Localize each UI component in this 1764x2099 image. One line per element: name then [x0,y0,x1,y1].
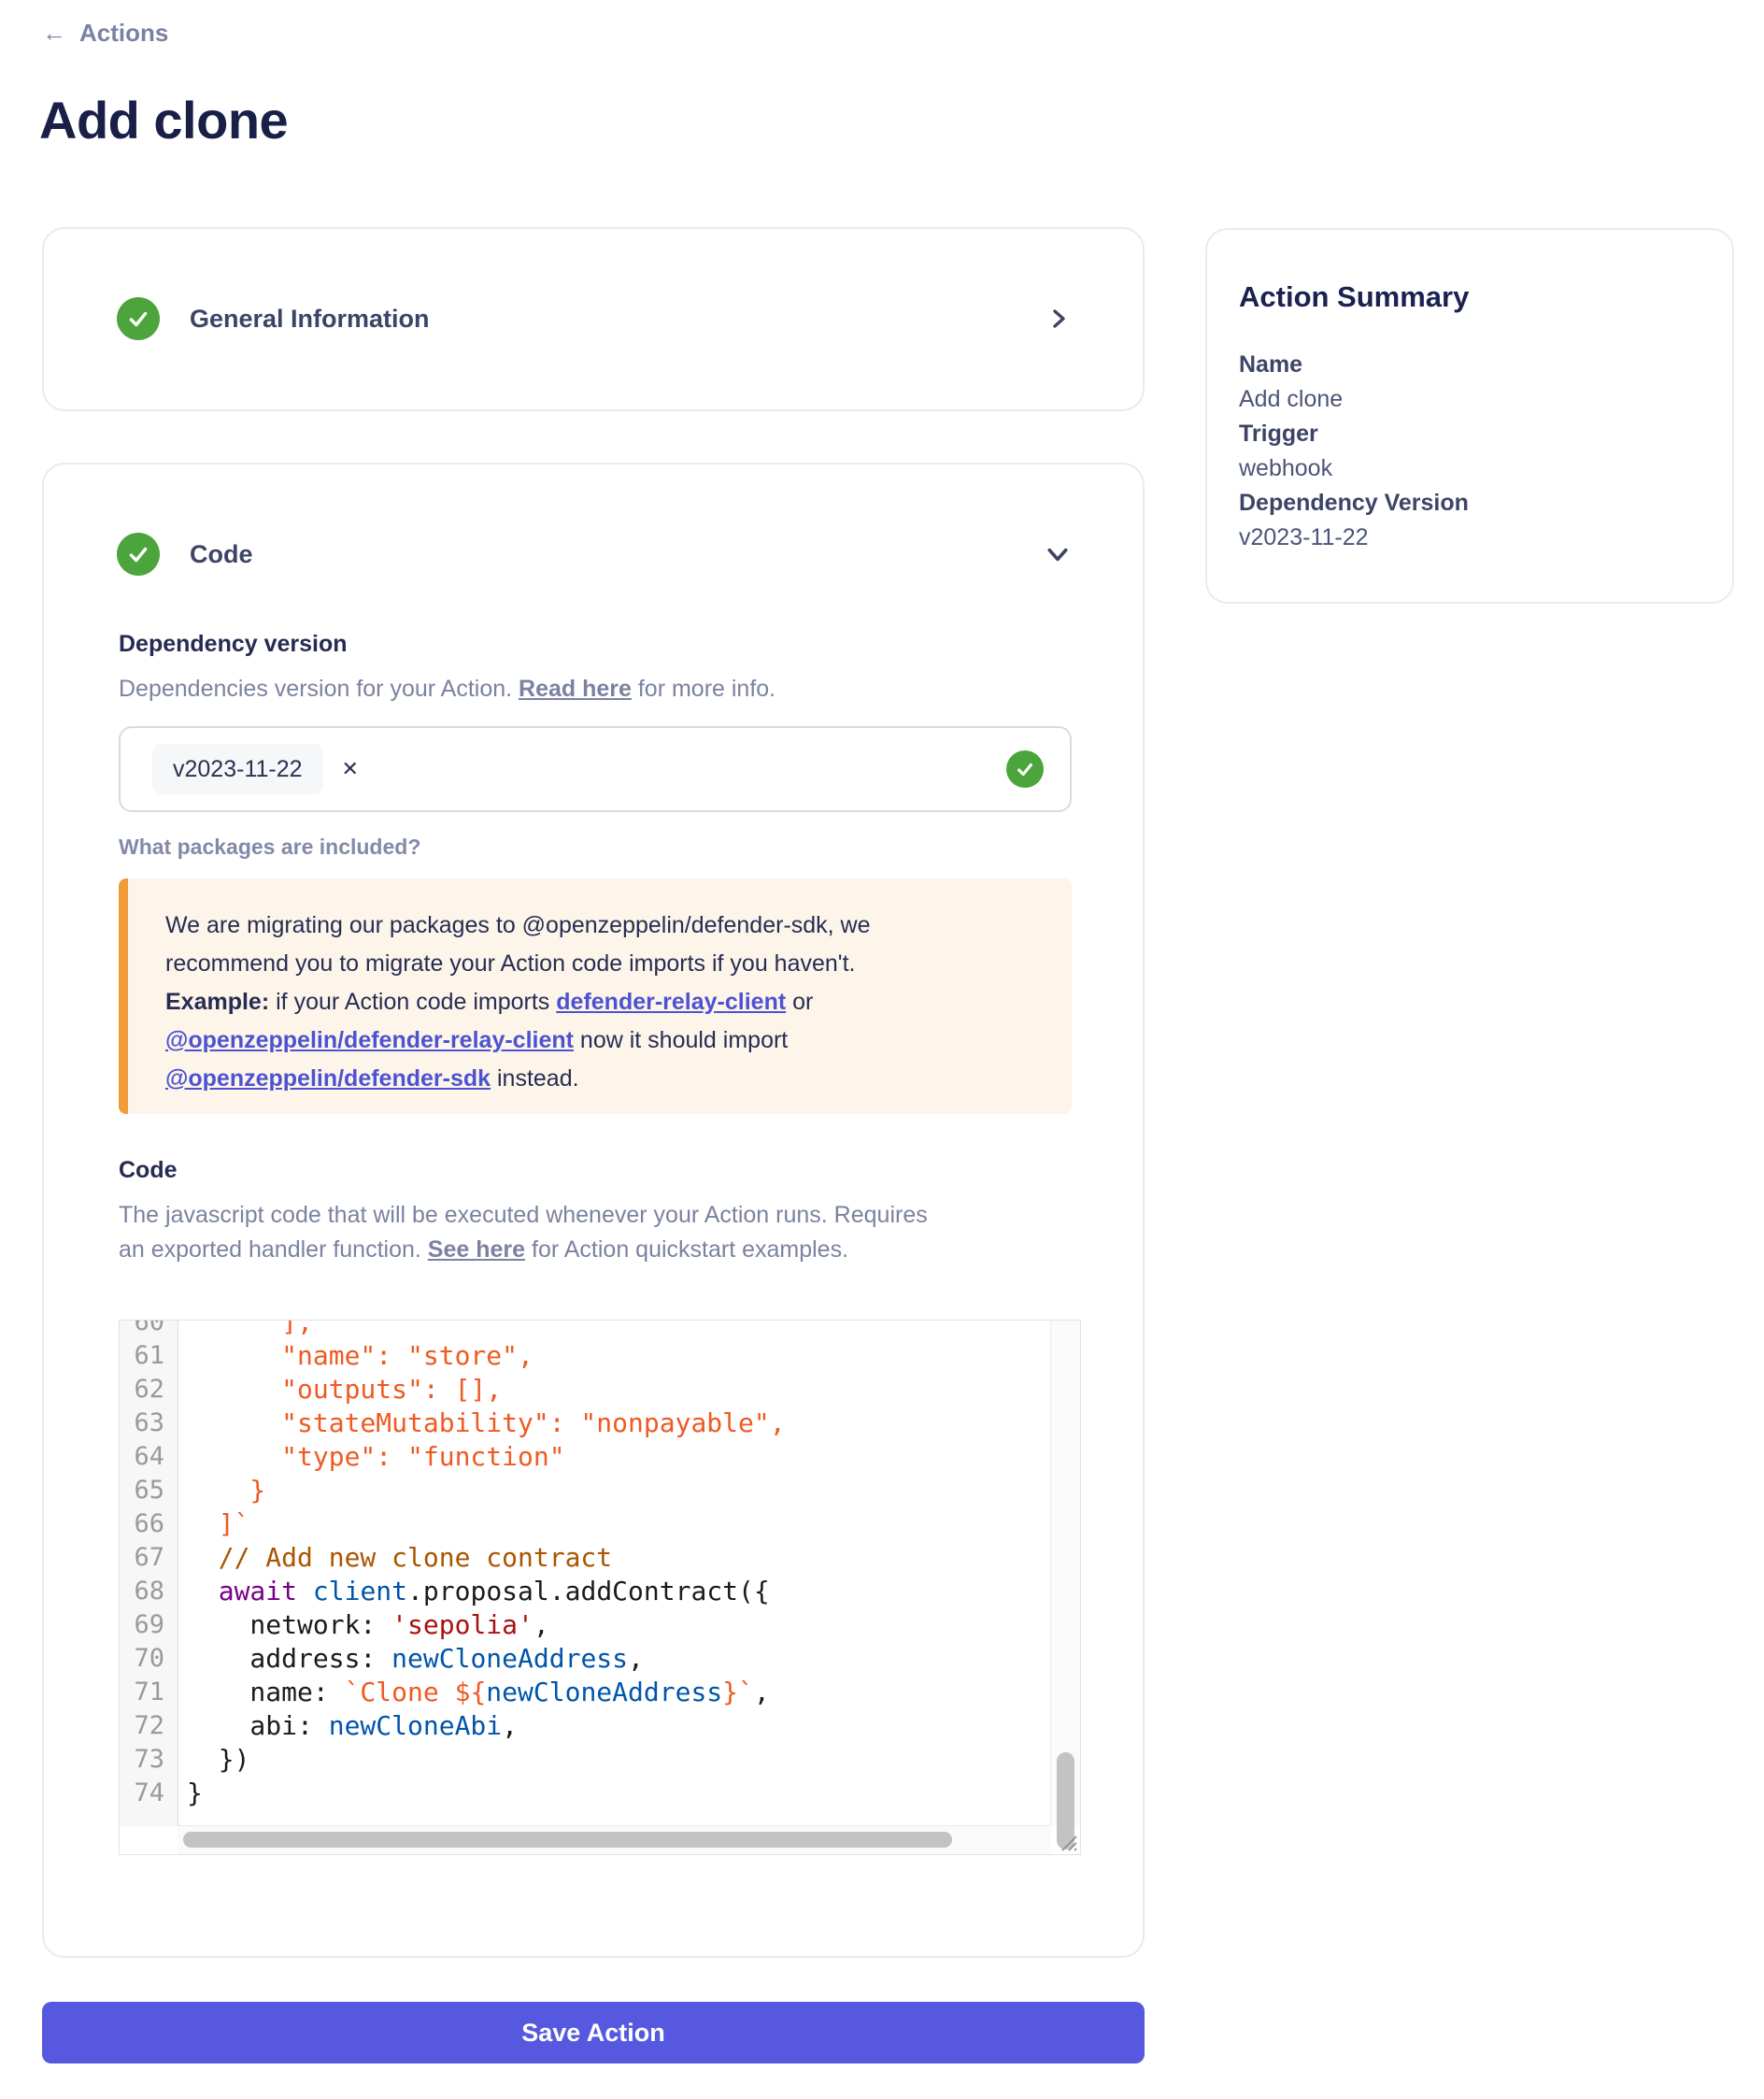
migration-info-text: We are migrating our packages to @openze… [165,907,932,1098]
save-action-button[interactable]: Save Action [42,2002,1145,2063]
migration-info-box: We are migrating our packages to @openze… [119,878,1072,1114]
horizontal-scrollbar-thumb[interactable] [183,1832,952,1848]
dependency-version-label: Dependency version [119,631,348,658]
back-arrow-icon: ← [42,19,66,48]
summary-trigger-value: webhook [1239,451,1695,486]
breadcrumb-label: Actions [79,19,168,48]
dependency-version-input[interactable]: v2023-11-22 ✕ [119,726,1072,812]
editor-resize-handle[interactable] [1057,1831,1079,1853]
editor-vertical-scrollbar [1050,1321,1080,1826]
code-editor[interactable]: 60 ],61 "name": "store",62 "outputs": []… [119,1320,1081,1855]
general-section-title: General Information [190,305,430,334]
code-field-description: The javascript code that will be execute… [119,1198,960,1267]
summary-trigger-label: Trigger [1239,417,1695,451]
general-complete-check-icon [117,297,160,340]
code-field-label: Code [119,1157,178,1184]
editor-horizontal-scrollbar [178,1825,1051,1854]
general-information-card: General Information [42,227,1145,411]
packages-included-question: What packages are included? [119,835,420,860]
code-card: Code Dependency version Dependencies ver… [42,463,1145,1958]
editor-code-lines: 60 ],61 "name": "store",62 "outputs": []… [120,1320,1080,1810]
general-information-header[interactable]: General Information [117,297,1070,340]
summary-name-label: Name [1239,348,1695,382]
summary-dependency-label: Dependency Version [1239,486,1695,521]
input-valid-check-icon [1006,750,1044,788]
code-complete-check-icon [117,533,160,576]
page-title: Add clone [39,90,288,150]
code-header[interactable]: Code [117,533,1070,576]
dependency-version-chip: v2023-11-22 [152,744,323,794]
summary-name-value: Add clone [1239,382,1695,417]
chevron-right-icon [1047,307,1070,330]
breadcrumb-back[interactable]: ← Actions [42,19,168,48]
dependency-version-description: Dependencies version for your Action. Re… [119,672,775,707]
action-summary-title: Action Summary [1239,280,1695,314]
action-summary-card: Action Summary Name Add clone Trigger we… [1205,228,1734,604]
chevron-down-icon [1046,542,1070,566]
code-section-title: Code [190,540,253,569]
chip-remove-icon[interactable]: ✕ [342,759,359,779]
summary-dependency-value: v2023-11-22 [1239,521,1695,555]
